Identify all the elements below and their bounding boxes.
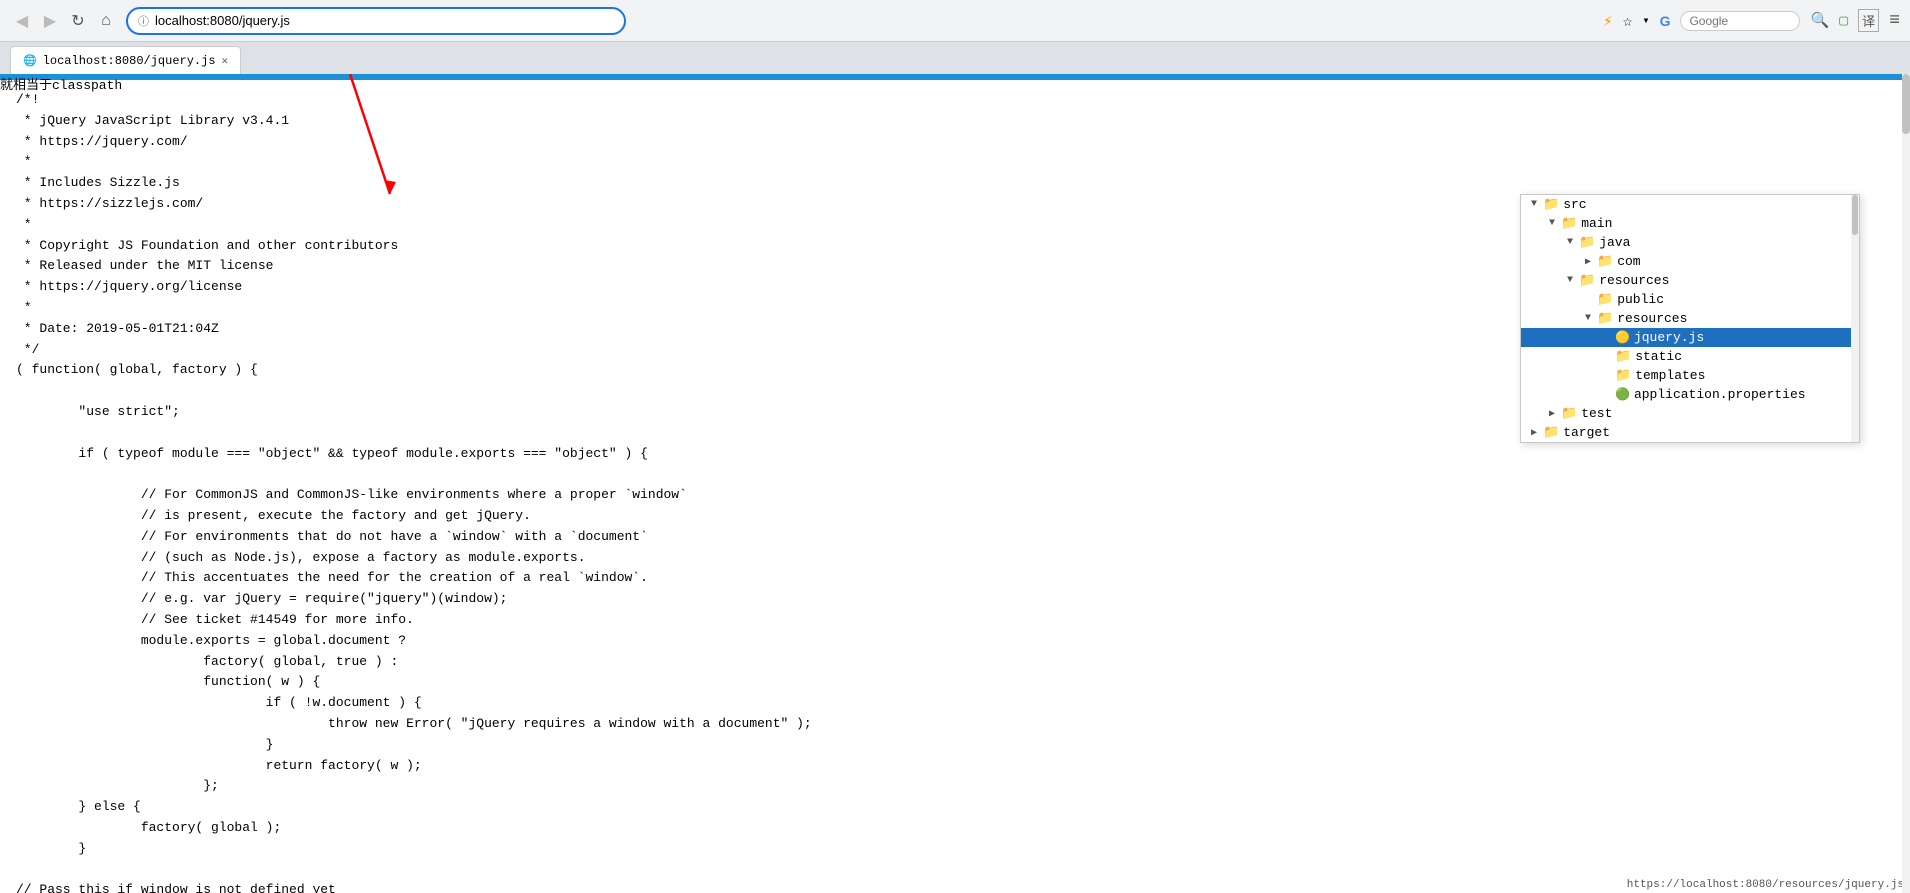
tree-icon-static: 📁 bbox=[1615, 349, 1631, 364]
browser-tab[interactable]: 🌐 localhost:8080/jquery.js ✕ bbox=[10, 46, 241, 74]
tree-label-test: test bbox=[1581, 406, 1612, 421]
reload-button[interactable]: ↻ bbox=[66, 9, 90, 33]
tree-label-src: src bbox=[1563, 197, 1586, 212]
tree-item-application[interactable]: 🟢 application.properties bbox=[1521, 385, 1859, 404]
main-scrollbar-thumb[interactable] bbox=[1902, 74, 1910, 134]
dropdown-icon[interactable]: ▾ bbox=[1642, 13, 1649, 28]
tree-label-templates: templates bbox=[1635, 368, 1705, 383]
tab-label: localhost:8080/jquery.js bbox=[43, 54, 216, 68]
forward-button[interactable]: ▶ bbox=[38, 9, 62, 33]
tree-arrow-src: ▼ bbox=[1527, 199, 1541, 210]
tab-close-icon[interactable]: ✕ bbox=[222, 54, 229, 68]
translate-icon[interactable]: 译 bbox=[1858, 9, 1879, 32]
toolbar-right: ⚡ ☆ ▾ G 🔍 ▢ 译 ≡ bbox=[1603, 9, 1900, 32]
shield-icon: ▢ bbox=[1839, 11, 1848, 30]
file-tree-panel: ▼📁src▼📁main▼📁java▶📁com▼📁resources📁public… bbox=[1520, 194, 1860, 443]
tree-scrollbar-thumb[interactable] bbox=[1852, 195, 1858, 235]
url-input[interactable] bbox=[155, 13, 614, 28]
tree-icon-resources: 📁 bbox=[1579, 273, 1595, 288]
tab-favicon: 🌐 bbox=[23, 54, 37, 68]
tree-label-application: application.properties bbox=[1634, 387, 1806, 402]
star-icon[interactable]: ☆ bbox=[1623, 11, 1633, 31]
tree-item-resources2[interactable]: ▼📁 resources bbox=[1521, 309, 1859, 328]
tree-label-main: main bbox=[1581, 216, 1612, 231]
tree-label-static: static bbox=[1635, 349, 1682, 364]
tree-item-src[interactable]: ▼📁 src bbox=[1521, 195, 1859, 214]
menu-icon[interactable]: ≡ bbox=[1889, 11, 1900, 31]
browser-chrome: ◀ ▶ ↻ ⌂ ⓘ ⚡ ☆ ▾ G 🔍 ▢ 译 ≡ bbox=[0, 0, 1910, 42]
tree-icon-com: 📁 bbox=[1597, 254, 1613, 269]
tree-item-com[interactable]: ▶📁 com bbox=[1521, 252, 1859, 271]
tree-arrow-java: ▼ bbox=[1563, 237, 1577, 248]
tree-arrow-target: ▶ bbox=[1527, 427, 1541, 439]
home-button[interactable]: ⌂ bbox=[94, 9, 118, 33]
tree-item-templates[interactable]: 📁 templates bbox=[1521, 366, 1859, 385]
nav-buttons: ◀ ▶ ↻ ⌂ bbox=[10, 9, 118, 33]
tree-scrollbar[interactable] bbox=[1851, 195, 1859, 442]
tree-icon-application: 🟢 bbox=[1615, 387, 1630, 402]
lock-icon: ⓘ bbox=[138, 13, 149, 29]
tree-item-java[interactable]: ▼📁 java bbox=[1521, 233, 1859, 252]
tree-label-resources2: resources bbox=[1617, 311, 1687, 326]
tree-icon-jquery_js: 🟡 bbox=[1615, 330, 1630, 345]
back-button[interactable]: ◀ bbox=[10, 9, 34, 33]
tree-arrow-com: ▶ bbox=[1581, 256, 1595, 268]
tree-item-jquery_js[interactable]: 🟡 jquery.js bbox=[1521, 328, 1859, 347]
tree-label-jquery_js: jquery.js bbox=[1634, 330, 1704, 345]
tree-label-java: java bbox=[1599, 235, 1630, 250]
tree-arrow-resources2: ▼ bbox=[1581, 313, 1595, 324]
tree-item-resources[interactable]: ▼📁 resources bbox=[1521, 271, 1859, 290]
tree-item-public[interactable]: 📁 public bbox=[1521, 290, 1859, 309]
tree-label-resources: resources bbox=[1599, 273, 1669, 288]
tree-icon-templates: 📁 bbox=[1615, 368, 1631, 383]
tree-item-main[interactable]: ▼📁 main bbox=[1521, 214, 1859, 233]
tree-item-target[interactable]: ▶📁 target bbox=[1521, 423, 1859, 442]
tab-bar: 🌐 localhost:8080/jquery.js ✕ bbox=[0, 42, 1910, 74]
tree-item-test[interactable]: ▶📁 test bbox=[1521, 404, 1859, 423]
content-area: /*! * jQuery JavaScript Library v3.4.1 *… bbox=[0, 74, 1910, 893]
google-logo: G bbox=[1660, 13, 1671, 29]
tree-arrow-test: ▶ bbox=[1545, 408, 1559, 420]
status-bar: https://localhost:8080/resources/jquery.… bbox=[1621, 877, 1910, 893]
main-scrollbar[interactable] bbox=[1902, 74, 1910, 893]
lightning-icon: ⚡ bbox=[1603, 11, 1613, 31]
tree-icon-test: 📁 bbox=[1561, 406, 1577, 421]
search-input[interactable] bbox=[1680, 11, 1800, 31]
tree-icon-resources2: 📁 bbox=[1597, 311, 1613, 326]
tree-icon-java: 📁 bbox=[1579, 235, 1595, 250]
tree-label-com: com bbox=[1617, 254, 1640, 269]
tree-icon-target: 📁 bbox=[1543, 425, 1559, 440]
tree-arrow-resources: ▼ bbox=[1563, 275, 1577, 286]
tree-icon-main: 📁 bbox=[1561, 216, 1577, 231]
tree-label-public: public bbox=[1617, 292, 1664, 307]
tree-icon-src: 📁 bbox=[1543, 197, 1559, 212]
tree-icon-public: 📁 bbox=[1597, 292, 1613, 307]
tree-label-target: target bbox=[1563, 425, 1610, 440]
status-text: https://localhost:8080/resources/jquery.… bbox=[1627, 879, 1904, 891]
address-bar[interactable]: ⓘ bbox=[126, 7, 626, 35]
tree-arrow-main: ▼ bbox=[1545, 218, 1559, 229]
search-icon[interactable]: 🔍 bbox=[1810, 11, 1829, 30]
tree-item-static[interactable]: 📁 static bbox=[1521, 347, 1859, 366]
